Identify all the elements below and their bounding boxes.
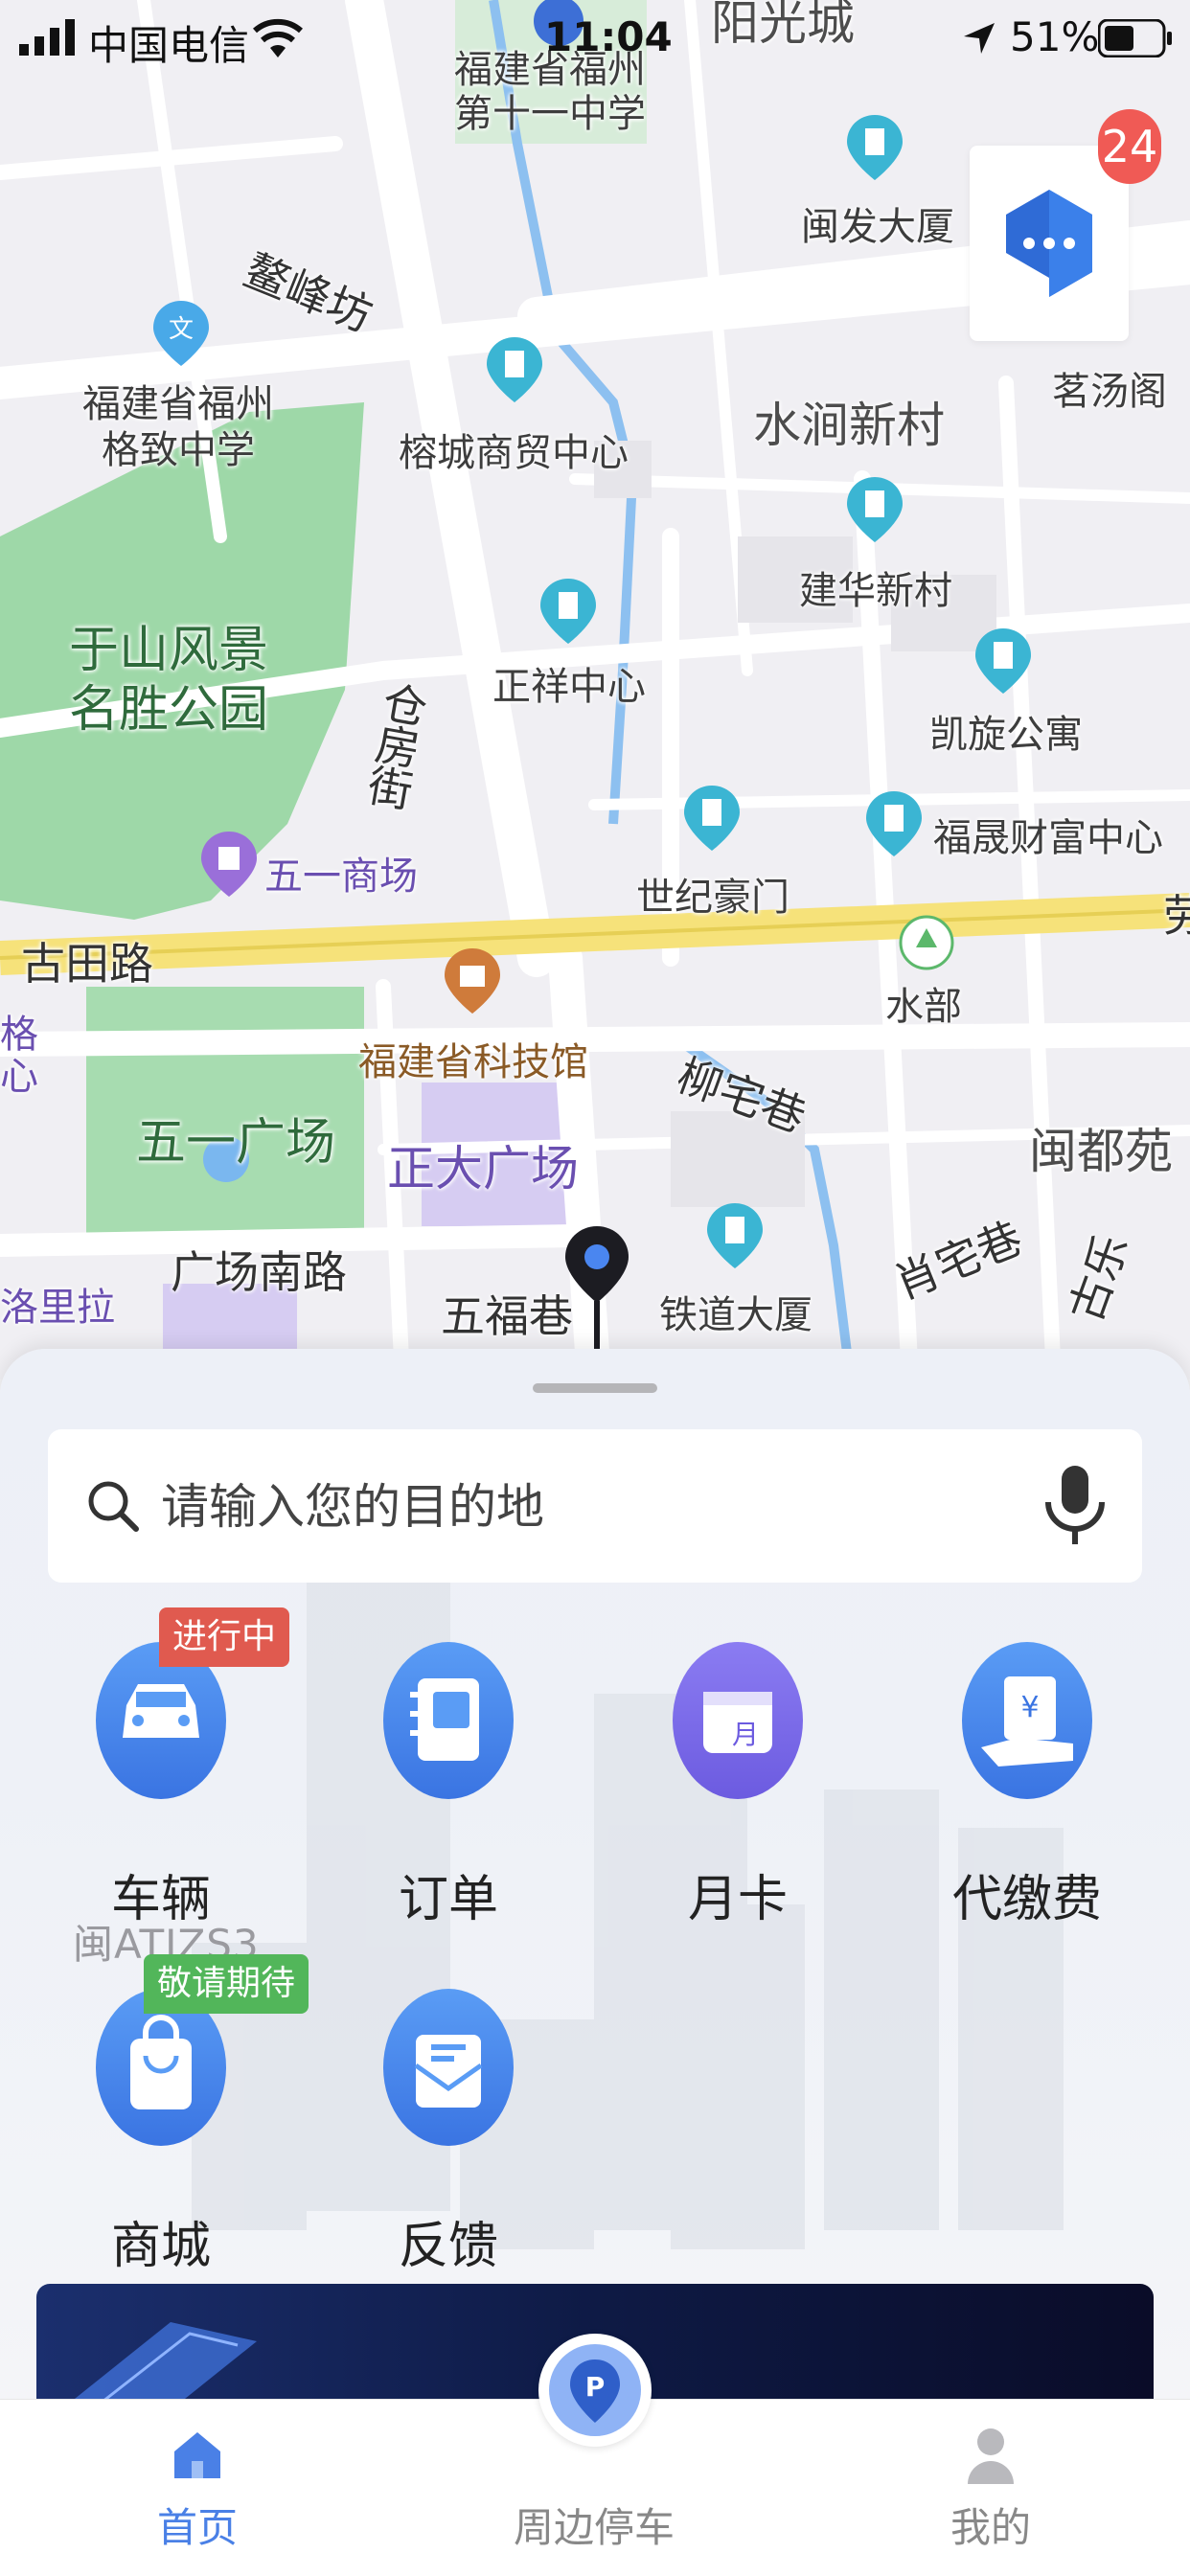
building-pin-icon[interactable] <box>847 115 903 180</box>
building-pin-icon[interactable] <box>866 791 922 856</box>
chat-bubble-icon <box>1006 190 1092 297</box>
location-arrow-icon <box>964 23 995 54</box>
destination-search-input[interactable] <box>159 1468 1025 1546</box>
chat-unread-badge: 24 <box>1098 109 1161 184</box>
current-location-marker-icon <box>565 1226 629 1351</box>
monthly-card-icon: 月 <box>673 1642 803 1799</box>
home-icon <box>174 2432 220 2478</box>
battery-percent: 51% <box>1010 13 1100 60</box>
museum-pin-icon[interactable] <box>445 948 500 1014</box>
battery-icon <box>1098 19 1172 57</box>
search-icon <box>88 1481 139 1532</box>
map-label: 福晟财富中心 <box>933 816 1163 860</box>
tab-nearby-parking-label: 周边停车 <box>513 2504 675 2551</box>
carrier-name: 中国电信 <box>88 22 250 69</box>
map-label: 茗汤阁 <box>1052 370 1167 414</box>
feedback-label: 反馈 <box>398 2218 498 2275</box>
mall-label: 商城 <box>110 2218 211 2275</box>
map-label: 福建省福州 格致中学 <box>82 382 274 472</box>
tab-home[interactable]: 首页 <box>54 2400 341 2576</box>
monthly-card-button[interactable]: 月 月卡 <box>613 1642 862 1929</box>
building-pin-icon[interactable] <box>847 477 903 542</box>
chat-button[interactable] <box>970 146 1129 341</box>
map-label: 世纪豪门 <box>636 876 790 920</box>
vehicle-button[interactable]: 车辆 <box>36 1642 286 1929</box>
profile-icon <box>968 2428 1014 2484</box>
map-label: 榕城商贸中心 <box>399 431 629 475</box>
building-pin-icon[interactable] <box>707 1203 763 1268</box>
map-label: 水涧新村 <box>753 398 945 453</box>
map-label: 凯旋公寓 <box>929 713 1083 757</box>
map-label: 广场南路 <box>171 1246 347 1298</box>
pay-on-behalf-button[interactable]: ¥ 代缴费 <box>903 1642 1152 1929</box>
clock-time: 11:04 <box>544 13 673 60</box>
tab-home-label: 首页 <box>156 2504 238 2551</box>
pay-on-behalf-icon: ¥ <box>962 1642 1092 1799</box>
tab-profile-label: 我的 <box>950 2504 1031 2551</box>
map-label: 闽发大厦 <box>801 205 954 249</box>
tab-profile[interactable]: 我的 <box>847 2400 1134 2576</box>
map-label: 五福巷 <box>441 1290 573 1342</box>
map-label: 于山风景 名胜公园 <box>69 622 269 739</box>
building-pin-icon[interactable] <box>975 628 1031 694</box>
parking-icon: P <box>549 2344 641 2436</box>
svg-text:文: 文 <box>169 315 194 344</box>
microphone-icon[interactable] <box>1044 1466 1106 1548</box>
building-pin-icon[interactable] <box>684 786 740 851</box>
signal-icon <box>19 19 75 56</box>
monthly-card-label: 月卡 <box>687 1871 788 1928</box>
map-label: 福建省科技馆 <box>358 1040 588 1084</box>
map-label: 洛里拉 <box>0 1286 115 1330</box>
map-label: 建华新村 <box>799 569 952 613</box>
in-progress-tag: 进行中 <box>159 1607 290 1667</box>
nearby-parking-fab[interactable]: P <box>538 2334 652 2447</box>
wifi-icon <box>253 18 303 57</box>
shopping-pin-icon[interactable] <box>201 832 257 897</box>
pay-icon-text: ¥ <box>1020 1691 1039 1724</box>
map-label: 闽都苑 <box>1029 1124 1173 1179</box>
svg-text:P: P <box>585 2371 606 2403</box>
order-notebook-icon <box>383 1642 514 1799</box>
school-pin-icon[interactable]: 文 <box>153 301 209 366</box>
map-label: 正大广场 <box>387 1141 579 1197</box>
feedback-mail-icon <box>383 1989 514 2146</box>
map-label: 水部 <box>885 985 962 1029</box>
map-label: 正祥中心 <box>492 665 646 709</box>
building-pin-icon[interactable] <box>487 337 542 402</box>
building-pin-icon[interactable] <box>540 579 596 644</box>
map-label: 劳 <box>1163 890 1190 942</box>
map-label: 铁道大厦 <box>659 1293 812 1337</box>
pay-on-behalf-label: 代缴费 <box>951 1871 1102 1928</box>
map-label: 格 心 <box>0 1013 38 1099</box>
map-label: 古田路 <box>21 938 153 990</box>
orders-label: 订单 <box>398 1871 498 1928</box>
destination-search-bar[interactable] <box>48 1429 1142 1583</box>
monthly-card-icon-text: 月 <box>732 1719 759 1750</box>
map-label: 五一广场 <box>136 1114 336 1172</box>
sheet-grabber-handle[interactable] <box>533 1383 657 1393</box>
coming-soon-tag: 敬请期待 <box>144 1954 309 2014</box>
orders-button[interactable]: 订单 <box>324 1642 573 1929</box>
map-label: 五一商场 <box>264 855 418 899</box>
feedback-button[interactable]: 反馈 <box>324 1989 573 2276</box>
status-bar: 中国电信 11:04 51% <box>0 0 1190 80</box>
park-pin-icon[interactable] <box>899 910 954 975</box>
mall-button[interactable]: 商城 <box>36 1989 286 2276</box>
